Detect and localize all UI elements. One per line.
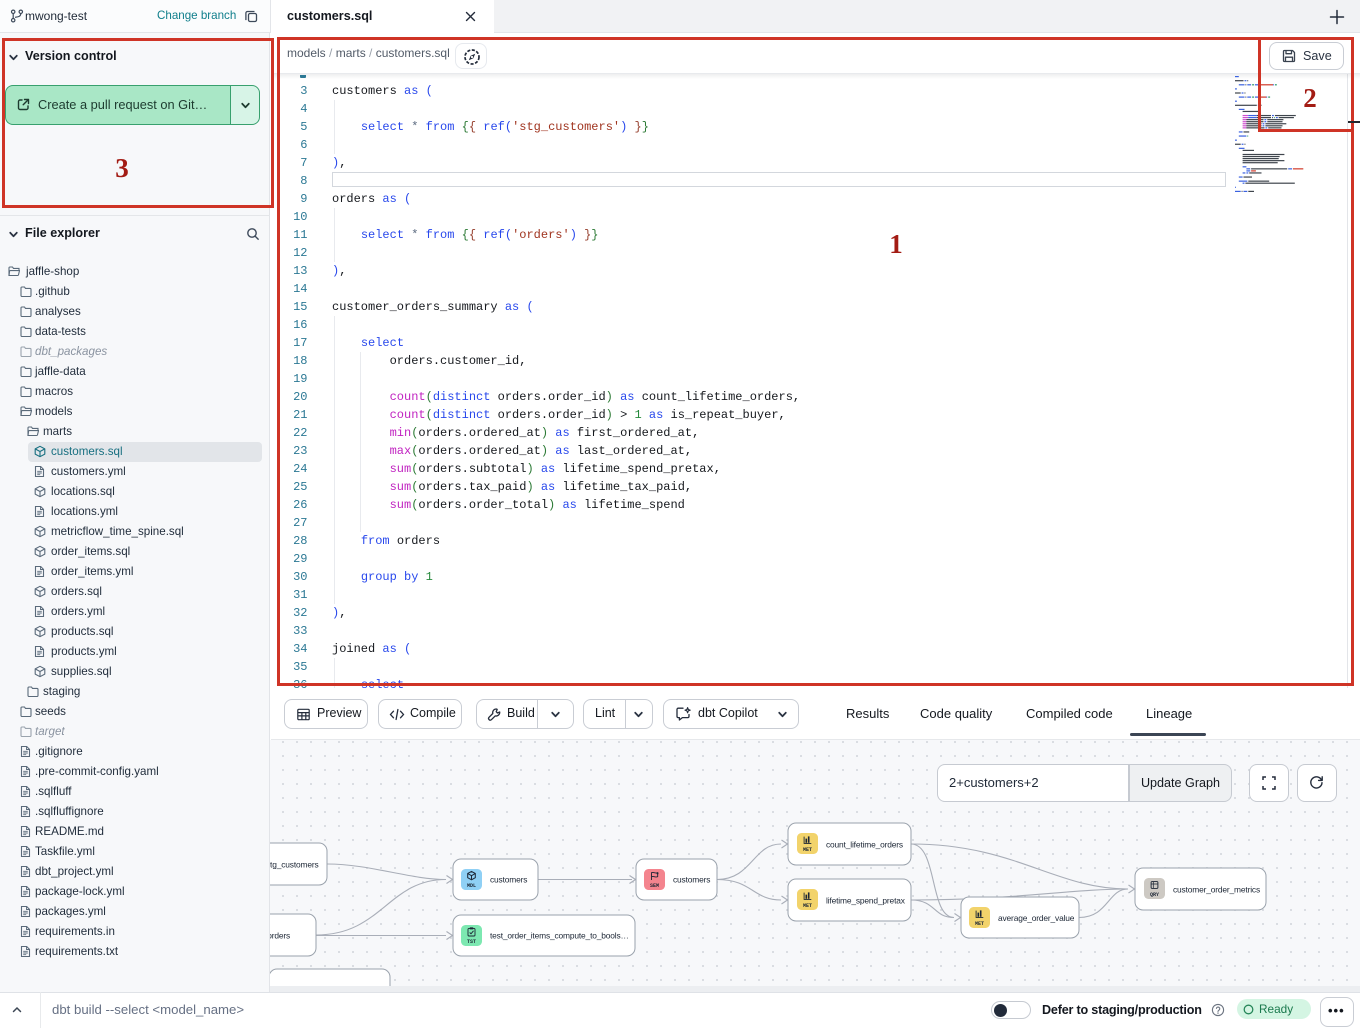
- svg-text:QRY: QRY: [1150, 892, 1159, 898]
- svg-text:stg_customers: stg_customers: [270, 860, 319, 870]
- svg-text:stg_orders: stg_orders: [270, 931, 290, 941]
- svg-text:lifetime_spend_pretax: lifetime_spend_pretax: [826, 896, 906, 906]
- svg-text:MET: MET: [975, 921, 984, 927]
- svg-text:MDL: MDL: [467, 883, 476, 889]
- svg-text:customers: customers: [490, 875, 527, 885]
- svg-text:customer_order_metrics: customer_order_metrics: [1173, 885, 1260, 895]
- svg-text:customers: customers: [673, 875, 710, 885]
- svg-text:SEM: SEM: [650, 883, 659, 889]
- svg-text:MET: MET: [803, 847, 812, 853]
- svg-text:test_order_items_compute_to_bo: test_order_items_compute_to_bools…: [490, 931, 629, 941]
- svg-text:average_order_value: average_order_value: [998, 913, 1075, 923]
- svg-text:TST: TST: [467, 939, 476, 945]
- svg-text:count_lifetime_orders: count_lifetime_orders: [826, 840, 903, 850]
- svg-text:MET: MET: [803, 903, 812, 909]
